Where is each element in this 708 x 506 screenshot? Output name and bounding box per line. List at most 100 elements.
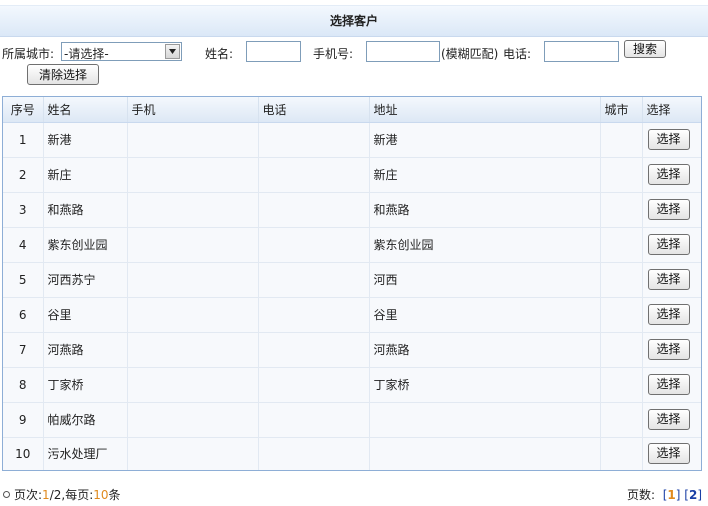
select-row-button[interactable]: 选择: [647, 199, 690, 220]
table-row: 3 和燕路 和燕路 选择: [3, 192, 701, 228]
cell-no: 3: [3, 192, 44, 228]
select-row-button[interactable]: 选择: [647, 234, 690, 255]
table-row: 1 新港 新港 选择: [3, 122, 701, 158]
page-total: /2: [49, 488, 62, 502]
cell-no: 9: [3, 402, 44, 438]
cell-select: 选择: [642, 402, 701, 438]
cell-mobile: [127, 402, 259, 438]
column-header-city: 城市: [600, 97, 643, 123]
cell-select: 选择: [642, 262, 701, 298]
cell-phone: [258, 367, 370, 403]
cell-name: 新港: [43, 122, 128, 158]
per-page-label: ,每页:: [61, 488, 94, 502]
cell-city: [600, 157, 643, 193]
cell-select: 选择: [642, 192, 701, 228]
select-row-button[interactable]: 选择: [647, 409, 690, 430]
cell-no: 4: [3, 227, 44, 263]
cell-phone: [258, 262, 370, 298]
cell-city: [600, 367, 643, 403]
table-row: 8 丁家桥 丁家桥 选择: [3, 367, 701, 403]
cell-no: 6: [3, 297, 44, 333]
pages-label: 页数:: [627, 488, 656, 502]
pagination-bar: 页次:1/2,每页:10条 页数: [1] [2]: [0, 484, 708, 502]
cell-no: 5: [3, 262, 44, 298]
fuzzy-match-hint: (模糊匹配): [441, 47, 499, 61]
city-select[interactable]: -请选择-: [61, 42, 182, 61]
dialog-title: 选择客户: [0, 5, 708, 37]
table-row: 6 谷里 谷里 选择: [3, 297, 701, 333]
cell-phone: [258, 227, 370, 263]
column-header-phone: 电话: [258, 97, 370, 123]
select-row-button[interactable]: 选择: [647, 304, 690, 325]
cell-city: [600, 122, 643, 158]
customer-table: 序号 姓名 手机 电话 地址 城市 选择 1 新港 新港 选择 2 新庄 新庄 …: [2, 96, 702, 471]
column-header-address: 地址: [369, 97, 601, 123]
table-row: 9 帕威尔路 选择: [3, 402, 701, 438]
cell-name: 河燕路: [43, 332, 128, 368]
clear-selection-button[interactable]: 清除选择: [27, 64, 99, 85]
cell-address: 河燕路: [369, 332, 601, 368]
per-page-count: 10: [93, 488, 109, 502]
name-input[interactable]: [246, 41, 301, 62]
table-row: 2 新庄 新庄 选择: [3, 157, 701, 193]
column-header-mobile: 手机: [127, 97, 259, 123]
search-button[interactable]: 搜索: [624, 40, 666, 58]
cell-address: 新庄: [369, 157, 601, 193]
select-row-button[interactable]: 选择: [647, 269, 690, 290]
cell-address: 丁家桥: [369, 367, 601, 403]
cell-city: [600, 437, 643, 470]
cell-address: [369, 402, 601, 438]
mobile-input[interactable]: [366, 41, 440, 62]
table-row: 7 河燕路 河燕路 选择: [3, 332, 701, 368]
cell-mobile: [127, 157, 259, 193]
phone-label: 电话:: [503, 47, 532, 61]
page-link-current[interactable]: 1: [667, 488, 675, 502]
cell-address: 和燕路: [369, 192, 601, 228]
table-row: 10 污水处理厂 选择: [3, 437, 701, 470]
cell-no: 2: [3, 157, 44, 193]
cell-no: 1: [3, 122, 44, 158]
cell-name: 帕威尔路: [43, 402, 128, 438]
table-row: 4 紫东创业园 紫东创业园 选择: [3, 227, 701, 263]
table-row: 5 河西苏宁 河西 选择: [3, 262, 701, 298]
chevron-down-icon[interactable]: [165, 44, 180, 59]
cell-name: 和燕路: [43, 192, 128, 228]
city-select-value: -请选择-: [64, 47, 109, 61]
cell-city: [600, 297, 643, 333]
cell-no: 10: [3, 437, 44, 470]
cell-name: 污水处理厂: [43, 437, 128, 470]
mobile-label: 手机号:: [313, 47, 354, 61]
cell-no: 7: [3, 332, 44, 368]
cell-name: 紫东创业园: [43, 227, 128, 263]
bullet-icon: [3, 491, 10, 498]
cell-mobile: [127, 262, 259, 298]
select-row-button[interactable]: 选择: [647, 339, 690, 360]
cell-address: 紫东创业园: [369, 227, 601, 263]
page-current: 1: [42, 488, 50, 502]
cell-select: 选择: [642, 297, 701, 333]
cell-select: 选择: [642, 437, 701, 470]
cell-name: 河西苏宁: [43, 262, 128, 298]
phone-input[interactable]: [544, 41, 619, 62]
per-page-unit: 条: [108, 488, 121, 502]
select-row-button[interactable]: 选择: [647, 443, 690, 465]
cell-phone: [258, 157, 370, 193]
cell-city: [600, 192, 643, 228]
city-label: 所属城市:: [2, 47, 55, 61]
select-row-button[interactable]: 选择: [647, 164, 690, 185]
cell-name: 谷里: [43, 297, 128, 333]
cell-city: [600, 402, 643, 438]
cell-city: [600, 332, 643, 368]
cell-address: [369, 437, 601, 470]
cell-address: 新港: [369, 122, 601, 158]
cell-select: 选择: [642, 332, 701, 368]
select-row-button[interactable]: 选择: [647, 374, 690, 395]
table-header-row: 序号 姓名 手机 电话 地址 城市 选择: [3, 97, 701, 123]
cell-phone: [258, 332, 370, 368]
cell-phone: [258, 192, 370, 228]
cell-mobile: [127, 367, 259, 403]
cell-mobile: [127, 437, 259, 470]
filter-bar: 所属城市: -请选择- 姓名: 手机号: (模糊匹配) 电话: 搜索: [0, 40, 708, 64]
cell-mobile: [127, 122, 259, 158]
select-row-button[interactable]: 选择: [647, 129, 690, 150]
